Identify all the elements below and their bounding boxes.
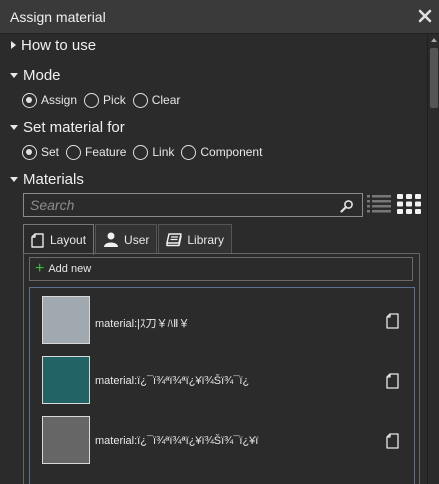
section-set-material-for[interactable]: Set material for bbox=[0, 116, 125, 138]
radio-set[interactable]: Set bbox=[22, 144, 61, 160]
scrollbar-thumb[interactable] bbox=[430, 48, 438, 108]
book-icon bbox=[166, 232, 183, 246]
user-icon bbox=[104, 232, 119, 247]
radio-label: Assign bbox=[41, 93, 78, 107]
radio-indicator[interactable] bbox=[133, 144, 149, 160]
radio-indicator[interactable] bbox=[66, 144, 82, 160]
expand-arrow-icon bbox=[11, 41, 16, 49]
search-input[interactable] bbox=[30, 197, 330, 213]
radio-indicator[interactable] bbox=[181, 144, 197, 160]
material-swatch bbox=[42, 356, 90, 404]
radio-label: Set bbox=[41, 145, 60, 159]
radio-indicator[interactable] bbox=[22, 144, 37, 160]
material-name: material:ï¿¯ï¾ªï¾ªï¿¥ï¾Šï¾¯ï¿ bbox=[95, 375, 250, 387]
radio-link[interactable]: Link bbox=[133, 144, 176, 160]
tab-layout[interactable]: Layout bbox=[23, 224, 95, 255]
radio-label: Pick bbox=[103, 93, 126, 107]
tab-label: User bbox=[124, 232, 150, 247]
search-box[interactable] bbox=[23, 193, 363, 217]
add-new-button[interactable]: + Add new bbox=[29, 257, 413, 281]
section-materials[interactable]: Materials bbox=[0, 168, 84, 190]
list-view-icon[interactable] bbox=[367, 193, 391, 215]
radio-label: Component bbox=[200, 145, 263, 159]
radio-label: Clear bbox=[151, 93, 181, 107]
collapse-arrow-icon bbox=[10, 72, 18, 78]
radio-feature[interactable]: Feature bbox=[66, 144, 128, 160]
list-item[interactable]: material:ï¿¯ï¾ªï¾ªï¿¥ï¾Šï¾¯ï¿¥ï bbox=[30, 409, 414, 469]
list-item[interactable]: material:|ｽ刀￥ﾊⅡ￥ bbox=[30, 289, 414, 349]
section-label: How to use bbox=[21, 36, 97, 54]
add-new-label: Add new bbox=[48, 263, 92, 275]
radio-clear[interactable]: Clear bbox=[132, 92, 183, 108]
material-swatch bbox=[42, 416, 90, 464]
collapse-arrow-icon bbox=[10, 124, 18, 130]
radio-indicator[interactable] bbox=[22, 92, 37, 108]
mode-radio-group: Assign Pick Clear bbox=[22, 91, 187, 109]
collapse-arrow-icon bbox=[10, 176, 18, 182]
section-label: Mode bbox=[23, 66, 61, 84]
material-swatch bbox=[42, 296, 90, 344]
radio-pick[interactable]: Pick bbox=[84, 92, 128, 108]
radio-label: Feature bbox=[85, 145, 127, 159]
close-icon[interactable] bbox=[417, 8, 433, 24]
material-source-tabs: Layout User Library bbox=[23, 224, 233, 255]
set-material-for-radio-group: Set Feature Link Component bbox=[22, 143, 269, 161]
window-titlebar: Assign material bbox=[0, 0, 439, 34]
search-icon[interactable] bbox=[340, 199, 354, 213]
section-label: Set material for bbox=[23, 118, 125, 136]
tab-user[interactable]: User bbox=[95, 224, 158, 254]
radio-indicator[interactable] bbox=[84, 92, 100, 108]
material-name: material:|ｽ刀￥ﾊⅡ￥ bbox=[95, 318, 190, 330]
document-icon bbox=[31, 232, 44, 248]
document-icon[interactable] bbox=[386, 313, 400, 329]
document-icon[interactable] bbox=[386, 373, 400, 389]
tab-library[interactable]: Library bbox=[158, 224, 233, 254]
window-title: Assign material bbox=[10, 9, 106, 25]
scroll-up-arrow-icon[interactable] bbox=[430, 36, 438, 44]
tab-label: Library bbox=[187, 232, 225, 247]
list-item[interactable]: material:ï¿¯ï¾ªï¾ªï¿¥ï¾Šï¾¯ï¿ bbox=[30, 349, 414, 409]
grid-view-icon[interactable] bbox=[396, 193, 422, 215]
radio-assign[interactable]: Assign bbox=[22, 92, 79, 108]
document-icon[interactable] bbox=[386, 433, 400, 449]
section-label: Materials bbox=[23, 170, 84, 188]
radio-label: Link bbox=[152, 145, 175, 159]
material-name: material:ï¿¯ï¾ªï¾ªï¿¥ï¾Šï¾¯ï¿¥ï bbox=[95, 435, 259, 447]
section-mode[interactable]: Mode bbox=[0, 64, 61, 86]
radio-indicator[interactable] bbox=[132, 92, 148, 108]
section-how-to-use[interactable]: How to use bbox=[0, 34, 96, 56]
radio-component[interactable]: Component bbox=[181, 144, 264, 160]
tab-label: Layout bbox=[50, 233, 87, 247]
vertical-scrollbar[interactable] bbox=[427, 34, 439, 484]
plus-icon: + bbox=[35, 260, 45, 277]
material-list: material:|ｽ刀￥ﾊⅡ￥ material:ï¿¯ï¾ªï¾ªï¿¥ï¾… bbox=[29, 287, 415, 484]
